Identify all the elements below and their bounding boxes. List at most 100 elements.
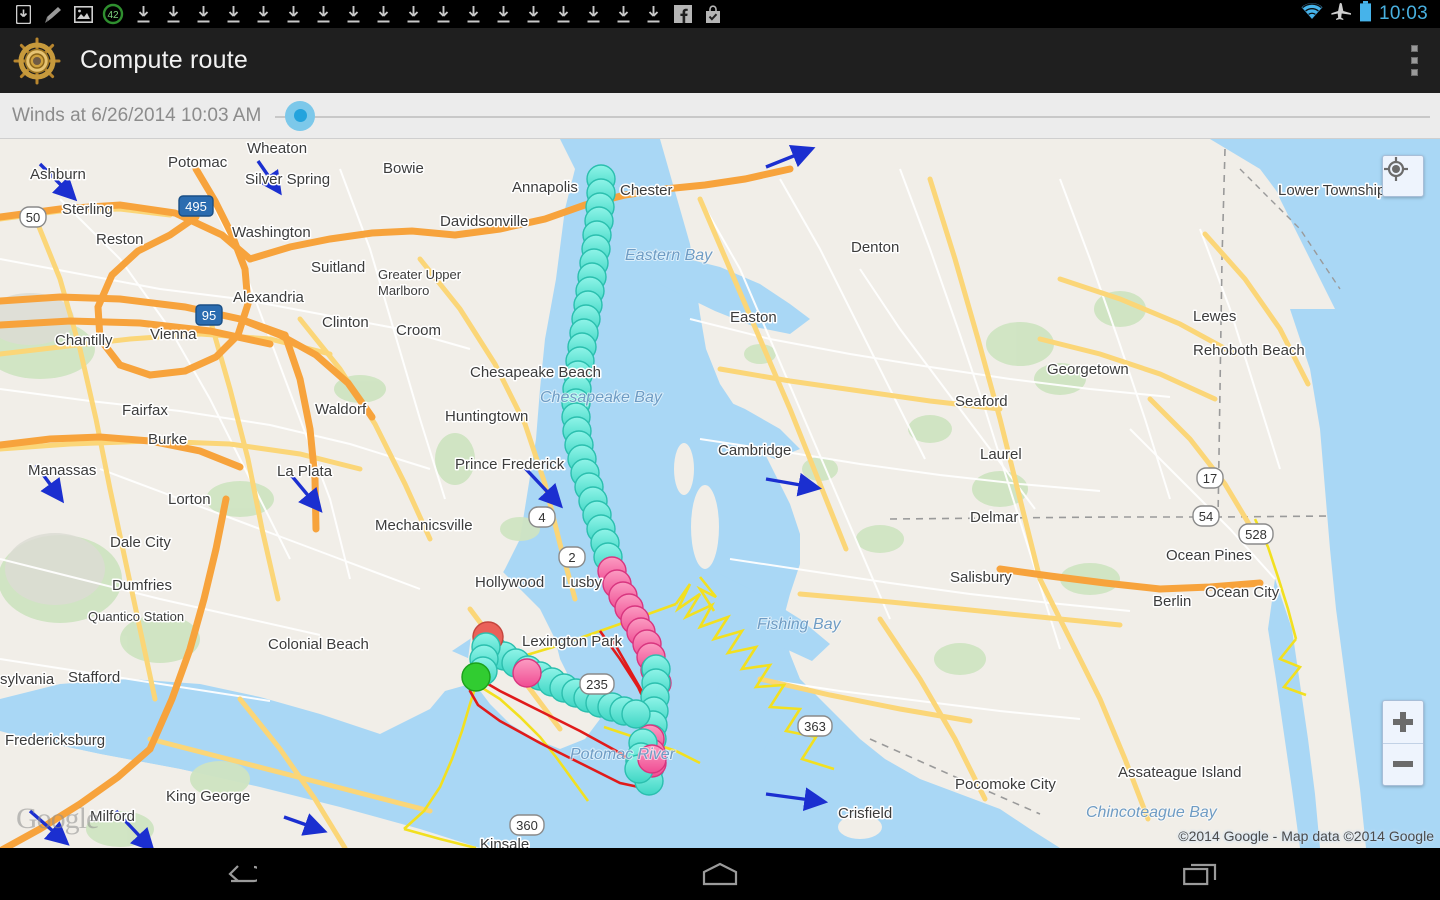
navigation-bar [0, 848, 1440, 900]
zoom-controls[interactable] [1382, 700, 1424, 786]
highway-shield: 95 [195, 304, 223, 326]
recents-button[interactable] [1140, 848, 1260, 900]
my-location-icon [1384, 157, 1408, 181]
map-place-label: Clinton [322, 314, 369, 331]
map-place-label: Potomac [168, 154, 228, 171]
map-place-label: Wheaton [247, 140, 307, 157]
map-place-label: Chincoteague Bay [1086, 804, 1218, 821]
highway-shield: 528 [1238, 523, 1274, 545]
status-bar-system-icons: 10:03 [1300, 0, 1440, 28]
zoom-out-button[interactable] [1383, 744, 1423, 786]
download-icon [458, 0, 488, 28]
map-place-label: Reston [96, 231, 144, 248]
badge-count-text: 42 [107, 10, 119, 21]
download-icon [128, 0, 158, 28]
map-place-label: Laurel [980, 446, 1022, 463]
download-icon [488, 0, 518, 28]
highway-shield-label: 528 [1245, 527, 1267, 542]
gallery-image-icon [68, 0, 98, 28]
map-place-label: Suitland [311, 259, 365, 276]
status-bar-clock: 10:03 [1378, 3, 1428, 24]
map-place-label: Stafford [68, 669, 120, 686]
map-place-label: Pocomoke City [955, 776, 1056, 793]
map-place-label: Seaford [955, 393, 1008, 410]
my-location-button[interactable] [1382, 155, 1424, 197]
play-store-installed-icon [698, 0, 728, 28]
page-title: Compute route [80, 46, 248, 74]
route-start-marker [461, 662, 491, 692]
map-place-label: Easton [730, 309, 777, 326]
download-icon [428, 0, 458, 28]
highway-shield: 235 [579, 673, 615, 695]
status-bar-notification-icons[interactable]: 42 [0, 0, 728, 28]
map-place-label: Huntingtown [445, 408, 528, 425]
map-place-label: Colonial Beach [268, 636, 369, 653]
highway-shield-label: 54 [1199, 509, 1213, 524]
download-to-device-icon [8, 0, 38, 28]
map-place-label: Chesapeake Beach [470, 364, 601, 381]
slider-track[interactable] [275, 115, 1430, 118]
map-canvas[interactable]: Ashburn Sterling Reston Chantilly Vienna Fair… [0, 139, 1440, 848]
download-icon [578, 0, 608, 28]
map-place-label: sylvania [0, 671, 55, 688]
highway-shield-label: 2 [568, 550, 575, 565]
map-place-label: Hollywood [475, 574, 544, 591]
map-place-label: Silver Spring [245, 171, 330, 188]
map-place-label: Waldorf [315, 401, 367, 418]
map-place-label: Vienna [150, 326, 197, 343]
zoom-in-button[interactable] [1383, 701, 1423, 744]
action-bar: Compute route [0, 28, 1440, 93]
highway-shield: 363 [797, 715, 833, 737]
map-place-label: Berlin [1153, 593, 1191, 610]
google-watermark: Google [16, 802, 99, 835]
map-place-label: Cambridge [718, 442, 791, 459]
map-place-label: La Plata [277, 463, 333, 480]
wifi-icon [1300, 2, 1324, 26]
map-place-label: Mechanicsville [375, 517, 473, 534]
highway-shield-label: 50 [26, 210, 40, 225]
ships-wheel-icon [12, 36, 62, 86]
highway-shield: 17 [1196, 467, 1224, 489]
download-icon [398, 0, 428, 28]
map-place-label: Rehoboth Beach [1193, 342, 1305, 359]
airplane-mode-icon [1331, 2, 1352, 26]
download-icon [308, 0, 338, 28]
download-icon [518, 0, 548, 28]
highway-shield-label: 360 [516, 818, 538, 833]
android-screen: 42 10:03 Compute route Winds at 6/26/201… [0, 0, 1440, 900]
home-icon [702, 862, 738, 886]
battery-icon [1359, 1, 1372, 27]
back-icon [228, 865, 257, 883]
map-place-label: Ashburn [30, 166, 86, 183]
download-icon [368, 0, 398, 28]
map-place-label: Dale City [110, 534, 171, 551]
facebook-icon [668, 0, 698, 28]
highway-shield: 50 [19, 206, 47, 228]
map-place-label: Lewes [1193, 308, 1236, 325]
overflow-menu-icon[interactable] [1411, 45, 1418, 76]
map-place-label: Bowie [383, 160, 424, 177]
map-place-label: Fishing Bay [757, 616, 842, 633]
map-place-label: Sterling [62, 201, 113, 218]
map-place-label: Potomac River [570, 746, 676, 763]
map-place-label: King George [166, 788, 250, 805]
map-place-label: Chantilly [55, 332, 113, 349]
slider-thumb[interactable] [285, 100, 316, 131]
download-icon [158, 0, 188, 28]
plus-icon [1393, 711, 1413, 732]
map-place-label: Eastern Bay [625, 247, 713, 264]
recent-apps-icon [1183, 863, 1217, 886]
highway-shield-label: 17 [1203, 471, 1217, 486]
home-button[interactable] [660, 848, 780, 900]
map-place-label: Fredericksburg [5, 732, 105, 749]
wind-time-slider[interactable] [275, 93, 1430, 139]
highway-shield-label: 95 [202, 308, 216, 323]
map-tiles: Ashburn Sterling Reston Chantilly Vienna Fair… [0, 139, 1440, 848]
map-place-label: Crisfield [838, 805, 892, 822]
wind-time-slider-bar: Winds at 6/26/2014 10:03 AM [0, 93, 1440, 139]
map-place-label: Dumfries [112, 577, 172, 594]
download-icon [548, 0, 578, 28]
map-place-label: Prince Frederick [455, 456, 565, 473]
back-button[interactable] [180, 848, 300, 900]
map-place-label: Lusby [562, 574, 603, 591]
